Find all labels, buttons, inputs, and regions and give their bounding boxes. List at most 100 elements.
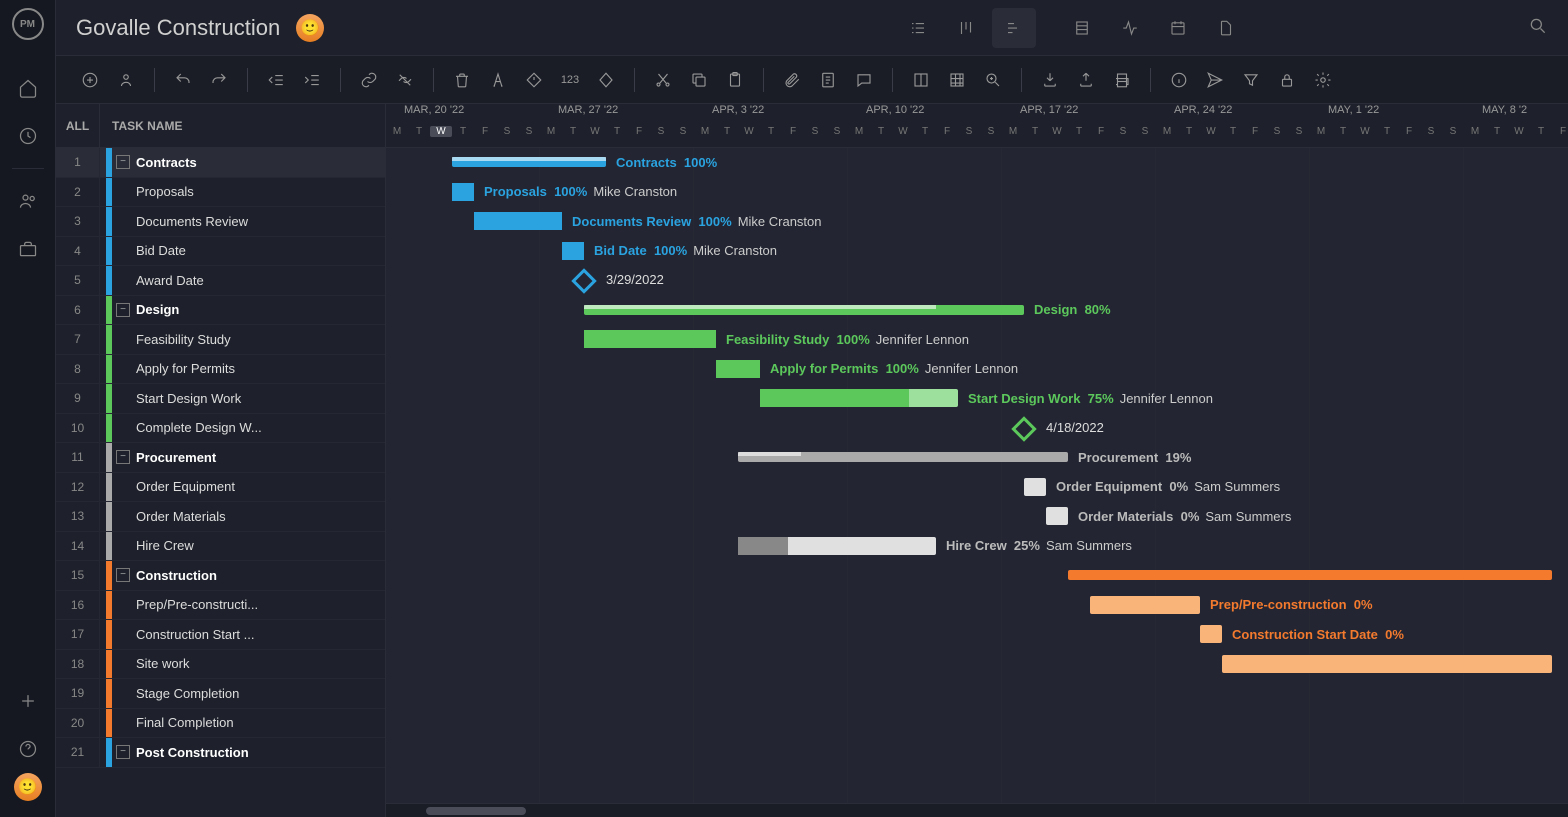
view-list-icon[interactable] (896, 8, 940, 48)
summary-bar[interactable] (584, 305, 1024, 315)
task-row[interactable]: 13Order Materials (56, 502, 385, 532)
task-bar[interactable] (716, 360, 760, 378)
copy-icon[interactable] (685, 66, 713, 94)
clock-icon[interactable] (0, 112, 56, 160)
task-bar[interactable] (562, 242, 584, 260)
add-task-icon[interactable] (76, 66, 104, 94)
task-list-panel: ALL TASK NAME 1−Contracts2Proposals3Docu… (56, 104, 386, 817)
import-icon[interactable] (1036, 66, 1064, 94)
unlink-icon[interactable] (391, 66, 419, 94)
view-sheet-icon[interactable] (1060, 8, 1104, 48)
gantt-chart: MAR, 20 '22MAR, 27 '22APR, 3 '22APR, 10 … (386, 104, 1568, 817)
collapse-toggle[interactable]: − (116, 155, 130, 169)
collapse-toggle[interactable]: − (116, 450, 130, 464)
undo-icon[interactable] (169, 66, 197, 94)
task-row[interactable]: 15−Construction (56, 561, 385, 591)
help-icon[interactable] (0, 725, 56, 773)
task-bar[interactable] (474, 212, 562, 230)
summary-bar[interactable] (1068, 570, 1552, 580)
rail-separator (12, 168, 44, 169)
task-bar[interactable] (1090, 596, 1200, 614)
milestone[interactable] (571, 268, 596, 293)
settings-icon[interactable] (1309, 66, 1337, 94)
task-row[interactable]: 20Final Completion (56, 709, 385, 739)
task-row[interactable]: 1−Contracts (56, 148, 385, 178)
task-bar[interactable] (760, 389, 958, 407)
filter-icon[interactable] (1237, 66, 1265, 94)
user-avatar[interactable]: 🙂 (14, 773, 42, 801)
assign-icon[interactable] (112, 66, 140, 94)
task-row[interactable]: 19Stage Completion (56, 679, 385, 709)
task-row[interactable]: 7Feasibility Study (56, 325, 385, 355)
column-taskname[interactable]: TASK NAME (100, 119, 182, 133)
project-owner-avatar[interactable]: 🙂 (296, 14, 324, 42)
task-row[interactable]: 21−Post Construction (56, 738, 385, 768)
task-bar[interactable] (1200, 625, 1222, 643)
redo-icon[interactable] (205, 66, 233, 94)
indent-icon[interactable] (298, 66, 326, 94)
task-bar[interactable] (1046, 507, 1068, 525)
people-icon[interactable] (0, 177, 56, 225)
attach-icon[interactable] (778, 66, 806, 94)
columns-icon[interactable] (907, 66, 935, 94)
task-row[interactable]: 6−Design (56, 296, 385, 326)
task-bar[interactable] (1222, 655, 1552, 673)
outdent-icon[interactable] (262, 66, 290, 94)
task-bar[interactable] (584, 330, 716, 348)
task-row[interactable]: 3Documents Review (56, 207, 385, 237)
left-rail: PM 🙂 (0, 0, 56, 817)
horizontal-scrollbar[interactable] (386, 803, 1568, 817)
task-row[interactable]: 18Site work (56, 650, 385, 680)
task-bar[interactable] (1024, 478, 1046, 496)
comment-icon[interactable] (850, 66, 878, 94)
briefcase-icon[interactable] (0, 225, 56, 273)
task-row[interactable]: 10Complete Design W... (56, 414, 385, 444)
view-activity-icon[interactable] (1108, 8, 1152, 48)
collapse-toggle[interactable]: − (116, 745, 130, 759)
zoom-icon[interactable] (979, 66, 1007, 94)
paste-icon[interactable] (721, 66, 749, 94)
app-logo[interactable]: PM (12, 8, 44, 40)
search-icon[interactable] (1528, 16, 1548, 39)
cut-icon[interactable] (649, 66, 677, 94)
task-row[interactable]: 17Construction Start ... (56, 620, 385, 650)
task-row[interactable]: 5Award Date (56, 266, 385, 296)
lock-icon[interactable] (1273, 66, 1301, 94)
diamond-icon[interactable] (592, 66, 620, 94)
grid-icon[interactable] (943, 66, 971, 94)
task-row[interactable]: 2Proposals (56, 178, 385, 208)
text-style-icon[interactable] (484, 66, 512, 94)
number-icon[interactable]: 123 (556, 66, 584, 94)
task-row[interactable]: 8Apply for Permits (56, 355, 385, 385)
task-bar[interactable] (452, 183, 474, 201)
add-icon[interactable] (0, 677, 56, 725)
link-icon[interactable] (355, 66, 383, 94)
view-gantt-icon[interactable] (992, 8, 1036, 48)
delete-icon[interactable] (448, 66, 476, 94)
summary-bar[interactable] (452, 157, 606, 167)
task-row[interactable]: 14Hire Crew (56, 532, 385, 562)
collapse-toggle[interactable]: − (116, 303, 130, 317)
export-icon[interactable] (1072, 66, 1100, 94)
task-bar[interactable] (738, 537, 936, 555)
task-row[interactable]: 16Prep/Pre-constructi... (56, 591, 385, 621)
column-all[interactable]: ALL (56, 104, 100, 147)
project-title: Govalle Construction (76, 15, 280, 41)
send-icon[interactable] (1201, 66, 1229, 94)
note-icon[interactable] (814, 66, 842, 94)
tag-icon[interactable] (520, 66, 548, 94)
home-icon[interactable] (0, 64, 56, 112)
view-calendar-icon[interactable] (1156, 8, 1200, 48)
collapse-toggle[interactable]: − (116, 568, 130, 582)
task-row[interactable]: 12Order Equipment (56, 473, 385, 503)
info-icon[interactable] (1165, 66, 1193, 94)
task-row[interactable]: 4Bid Date (56, 237, 385, 267)
milestone[interactable] (1011, 416, 1036, 441)
view-file-icon[interactable] (1204, 8, 1248, 48)
summary-bar[interactable] (738, 452, 1068, 462)
task-row[interactable]: 11−Procurement (56, 443, 385, 473)
task-row[interactable]: 9Start Design Work (56, 384, 385, 414)
view-board-icon[interactable] (944, 8, 988, 48)
toolbar: 123 (56, 56, 1568, 104)
print-icon[interactable] (1108, 66, 1136, 94)
